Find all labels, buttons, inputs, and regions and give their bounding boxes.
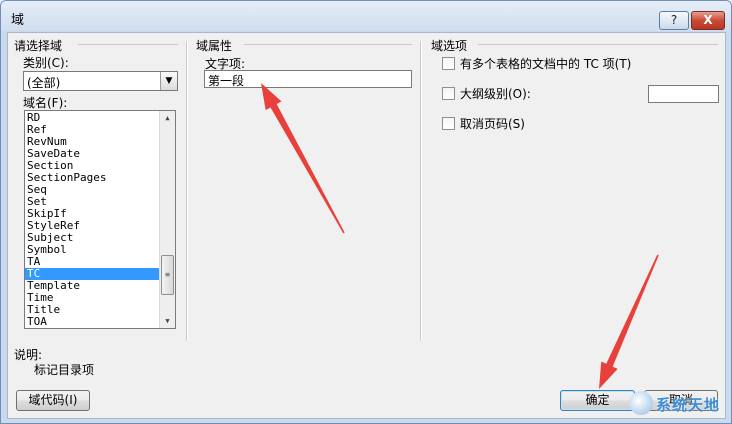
dialog-body: 请选择域 类别(C): (全部) ▼ 域名(F): RD Ref RevNum Sav…	[7, 32, 726, 419]
text-entry-value: 第一段	[208, 74, 245, 88]
multi-table-tc-checkbox[interactable]	[442, 57, 455, 70]
list-item[interactable]: Seq	[25, 184, 175, 196]
watermark-globe-icon	[629, 391, 653, 415]
list-scrollbar[interactable]: ▲ ≡ ▼	[159, 111, 175, 328]
field-codes-button[interactable]: 域代码(I)	[16, 390, 90, 411]
list-item[interactable]: TA	[25, 256, 175, 268]
text-entry-input[interactable]: 第一段	[204, 70, 412, 88]
description-text: 标记目录项	[34, 363, 95, 377]
right-group-line	[478, 44, 718, 45]
outline-level-checkbox[interactable]	[442, 87, 455, 100]
help-button[interactable]: ?	[659, 11, 689, 30]
list-item[interactable]: Title	[25, 304, 175, 316]
scroll-down-icon[interactable]: ▼	[160, 314, 175, 328]
category-combo[interactable]: (全部) ▼	[23, 71, 178, 91]
title-bar[interactable]: 域 ? X	[1, 1, 731, 31]
divider-left	[186, 41, 188, 341]
multi-table-tc-label: 有多个表格的文档中的 TC 项(T)	[460, 57, 632, 71]
outline-level-label: 大纲级别(O):	[460, 87, 531, 101]
middle-group-line	[244, 44, 412, 45]
scroll-up-icon[interactable]: ▲	[160, 111, 175, 125]
choose-field-group-title: 请选择域	[14, 39, 63, 53]
divider-right	[420, 41, 422, 341]
close-button[interactable]: X	[691, 11, 725, 30]
watermark-logo: 系统天地	[629, 389, 729, 419]
window-title: 域	[11, 13, 25, 28]
ok-button[interactable]: 确定	[560, 390, 635, 411]
field-dialog: 域 ? X 请选择域 类别(C): (全部) ▼ 域名(F): RD Ref Rev…	[0, 0, 732, 424]
field-options-group-title: 域选项	[431, 39, 468, 53]
outline-level-input[interactable]	[648, 85, 719, 103]
left-group-line	[78, 44, 178, 45]
list-item[interactable]: TOA	[25, 316, 175, 328]
field-name-list[interactable]: RD Ref RevNum SaveDate Section SectionPages Se…	[24, 110, 176, 329]
watermark-text: 系统天地	[656, 396, 721, 414]
list-item[interactable]: Symbol	[25, 244, 175, 256]
field-name-label: 域名(F):	[23, 96, 68, 110]
list-item[interactable]: SectionPages	[25, 172, 175, 184]
field-properties-group-title: 域属性	[196, 39, 233, 53]
category-label: 类别(C):	[23, 56, 69, 70]
scroll-thumb[interactable]: ≡	[161, 255, 174, 295]
category-value: (全部)	[27, 76, 61, 90]
suppress-page-number-checkbox[interactable]	[442, 117, 455, 130]
list-item[interactable]: RD	[25, 112, 175, 124]
suppress-page-number-label: 取消页码(S)	[460, 117, 525, 131]
chevron-down-icon[interactable]: ▼	[160, 72, 177, 90]
